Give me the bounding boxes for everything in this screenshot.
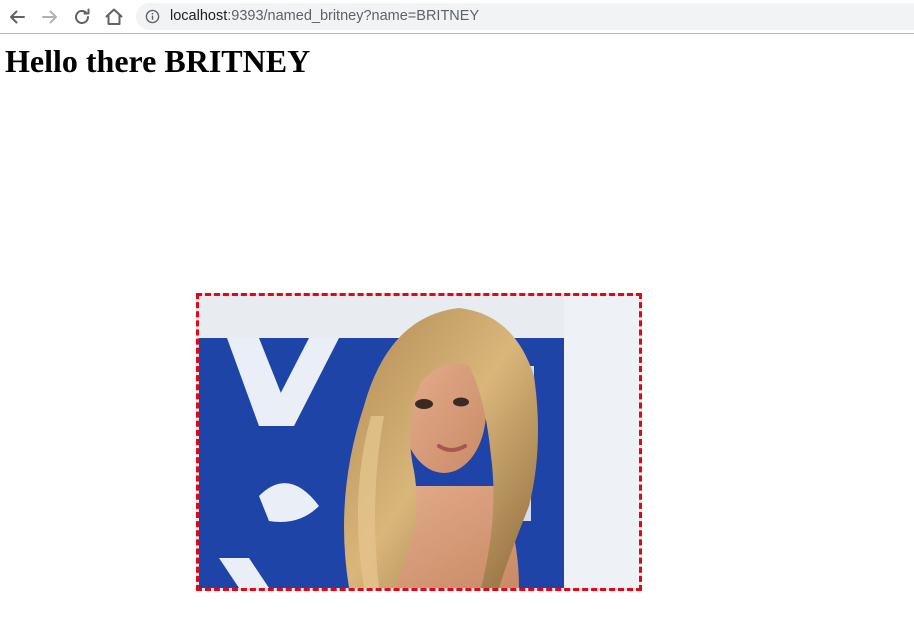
back-button[interactable]	[5, 5, 29, 29]
reload-button[interactable]	[70, 5, 94, 29]
home-button[interactable]	[102, 5, 126, 29]
url-text[interactable]: localhost:9393/named_britney?name=BRITNE…	[170, 3, 479, 30]
address-bar[interactable]: localhost:9393/named_britney?name=BRITNE…	[136, 3, 914, 30]
browser-toolbar: localhost:9393/named_britney?name=BRITNE…	[0, 0, 914, 34]
url-host: localhost	[170, 8, 228, 24]
page-heading: Hello there BRITNEY	[5, 43, 311, 79]
reload-icon	[75, 8, 90, 24]
back-arrow-icon	[10, 10, 25, 24]
forward-button[interactable]	[38, 5, 62, 29]
photo-frame	[196, 293, 642, 591]
portrait-photo	[199, 296, 639, 588]
url-path: :9393/named_britney?name=BRITNEY	[227, 8, 480, 24]
info-icon[interactable]	[145, 9, 160, 24]
forward-arrow-icon	[42, 10, 57, 24]
home-icon	[105, 8, 123, 25]
